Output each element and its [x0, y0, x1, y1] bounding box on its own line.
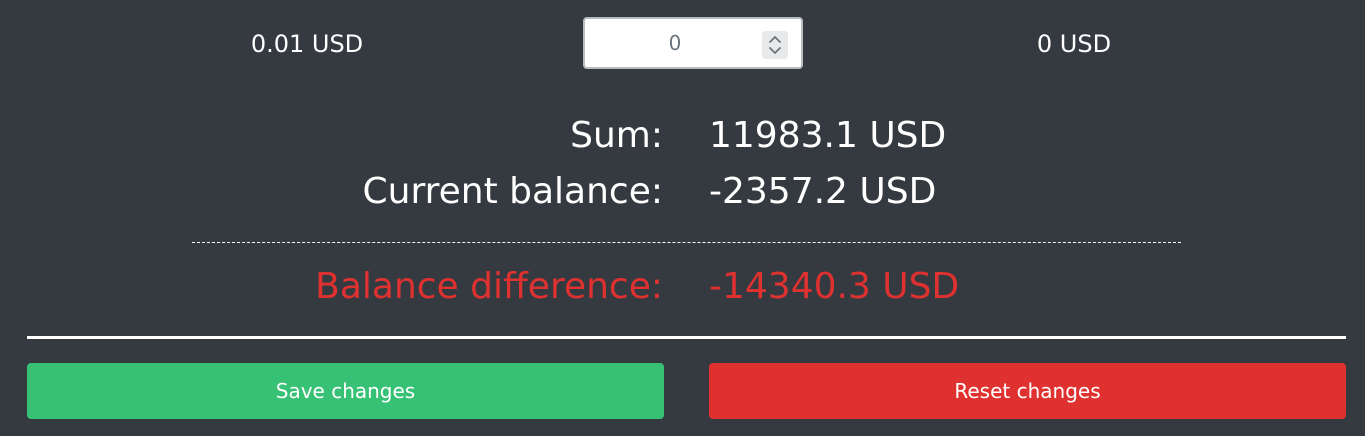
up-down-chevron-icon[interactable]	[762, 31, 788, 59]
denomination-label: 0.01 USD	[250, 30, 364, 58]
current-balance-line: Current balance: -2357.2 USD	[0, 171, 1365, 215]
save-changes-button[interactable]: Save changes	[27, 363, 664, 419]
quantity-stepper[interactable]	[583, 17, 803, 69]
reset-changes-button[interactable]: Reset changes	[709, 363, 1346, 419]
denomination-subtotal: 0 USD	[1036, 30, 1112, 58]
sum-label: Sum:	[570, 115, 663, 156]
dashed-divider	[192, 242, 1181, 243]
section-divider	[27, 336, 1346, 339]
balance-difference-value: -14340.3 USD	[709, 266, 960, 307]
sum-value: 11983.1 USD	[709, 115, 947, 156]
balance-difference-label: Balance difference:	[315, 266, 663, 307]
balance-difference-line: Balance difference: -14340.3 USD	[0, 266, 1365, 310]
current-balance-value: -2357.2 USD	[709, 171, 937, 212]
sum-line: Sum: 11983.1 USD	[0, 115, 1365, 159]
current-balance-label: Current balance:	[362, 171, 663, 212]
quantity-input[interactable]	[585, 19, 765, 67]
denomination-row: 0.01 USD 0 USD	[0, 17, 1365, 73]
